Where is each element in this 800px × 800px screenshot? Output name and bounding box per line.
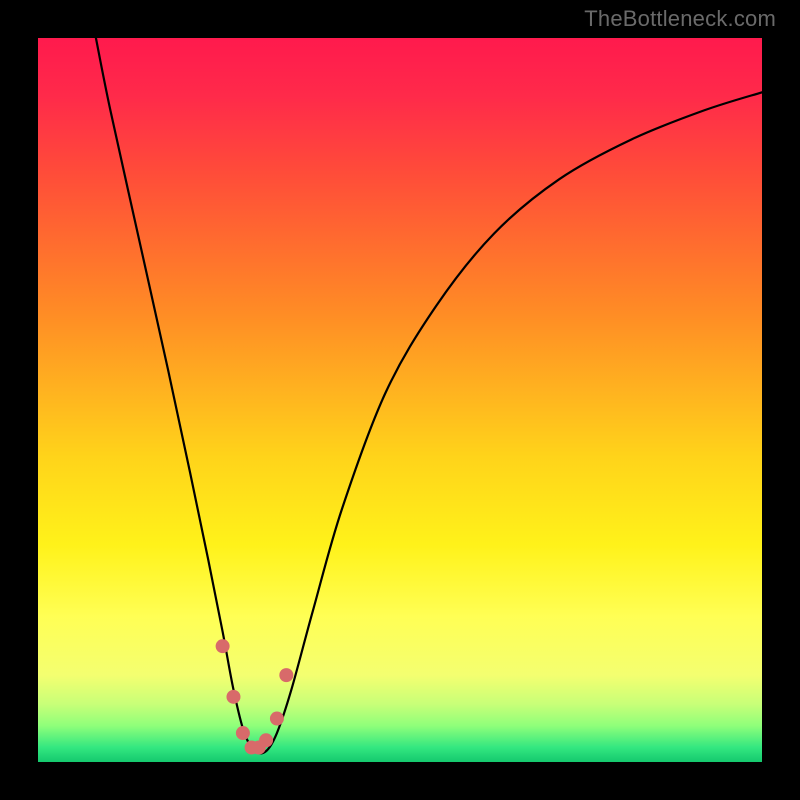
chart-frame: TheBottleneck.com [0,0,800,800]
marker-dot [259,733,273,747]
bottleneck-curve [96,38,762,753]
marker-dot [279,668,293,682]
marker-dot [236,726,250,740]
marker-dot [216,639,230,653]
marker-dot [226,690,240,704]
marker-dot [270,712,284,726]
curve-layer [38,38,762,762]
attribution-label: TheBottleneck.com [584,6,776,32]
plot-area [38,38,762,762]
